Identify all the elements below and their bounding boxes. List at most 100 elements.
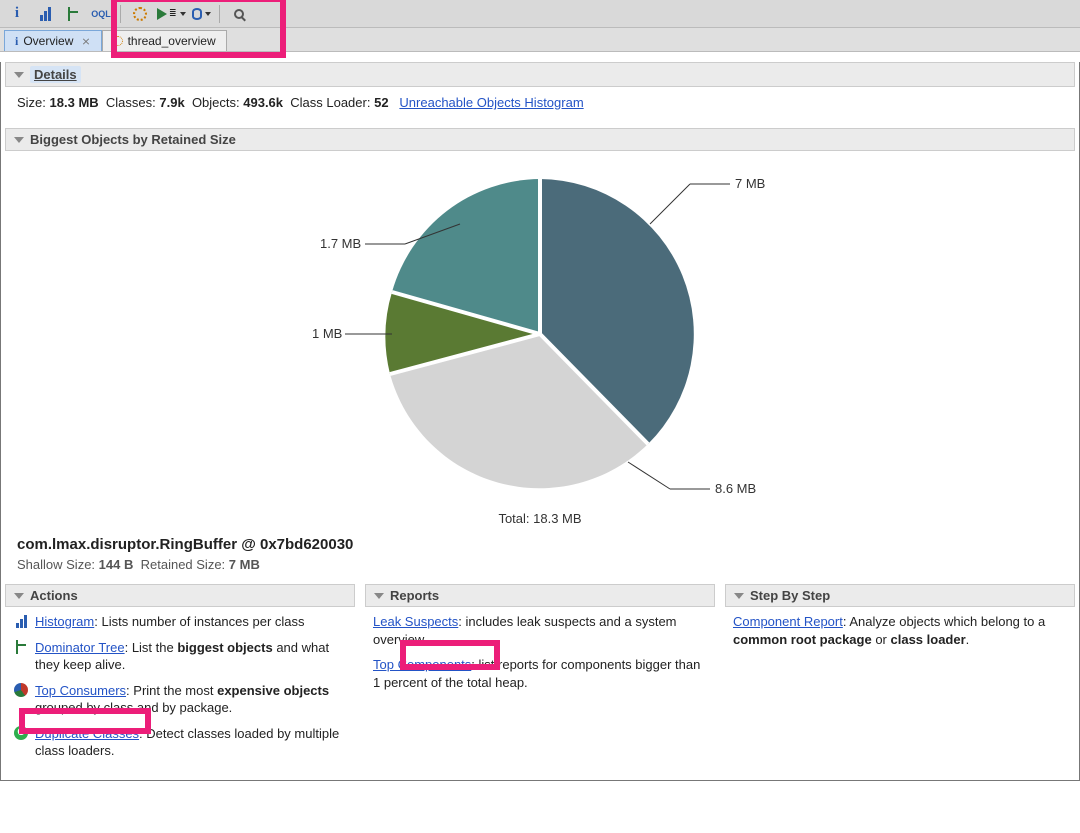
tree-icon: [66, 7, 80, 21]
tab-thread-overview[interactable]: thread_overview: [102, 30, 227, 51]
size-value: 18.3 MB: [50, 95, 99, 110]
duplicate-icon: C: [13, 725, 29, 741]
tb-oql[interactable]: OQL: [90, 3, 112, 25]
info-icon: i: [15, 5, 19, 22]
pie-chart-area: 7 MB 1.7 MB 1 MB 8.6 MB Total: 18.3 MB: [5, 159, 1075, 526]
chevron-down-icon: [180, 12, 186, 16]
run-list-icon: ≣: [169, 8, 177, 19]
slice-label-b: 1.7 MB: [320, 236, 361, 251]
stepbystep-panel: Step By Step Component Report: Analyze o…: [725, 584, 1075, 770]
tb-gear[interactable]: [129, 3, 151, 25]
action-text: : Lists number of instances per class: [94, 614, 304, 629]
tab-label: Overview: [23, 34, 73, 48]
gear-icon: [133, 7, 147, 21]
section-title: Reports: [390, 588, 439, 603]
section-title: Actions: [30, 588, 78, 603]
gear-icon: [113, 36, 123, 46]
loader-value: 52: [374, 95, 388, 110]
stepbystep-header[interactable]: Step By Step: [725, 584, 1075, 607]
collapse-icon: [734, 593, 744, 599]
separator: [120, 5, 121, 23]
shallow-value: 144 B: [99, 557, 134, 572]
collapse-icon: [14, 137, 24, 143]
tb-run-dd[interactable]: ≣: [157, 3, 186, 25]
tb-search[interactable]: [228, 3, 250, 25]
run-icon: [157, 8, 167, 20]
report-link[interactable]: Top Components: [373, 657, 471, 672]
database-icon: [192, 8, 202, 20]
retained-label: Retained Size:: [141, 557, 226, 572]
details-body: Size: 18.3 MB Classes: 7.9k Objects: 493…: [5, 87, 1075, 118]
action-item-dominator: Dominator Tree: List the biggest objects…: [13, 639, 347, 674]
report-item-leak: Leak Suspects: includes leak suspects an…: [373, 613, 707, 648]
step-bold: common root package: [733, 632, 872, 647]
step-text: : Analyze objects which belong to a: [843, 614, 1045, 629]
object-name: com.lmax.disruptor.RingBuffer @ 0x7bd620…: [17, 536, 1063, 553]
report-link[interactable]: Leak Suspects: [373, 614, 458, 629]
tb-histogram[interactable]: [34, 3, 56, 25]
action-item-topconsumers: Top Consumers: Print the most expensive …: [13, 682, 347, 717]
report-item-topcomp: Top Components: list reports for compone…: [373, 656, 707, 691]
collapse-icon: [374, 593, 384, 599]
tb-info[interactable]: i: [6, 3, 28, 25]
chevron-down-icon: [205, 12, 211, 16]
step-item-component: Component Report: Analyze objects which …: [733, 613, 1067, 648]
content: Details Size: 18.3 MB Classes: 7.9k Obje…: [0, 62, 1080, 781]
toolbar: i OQL ≣: [0, 0, 1080, 28]
unreachable-link[interactable]: Unreachable Objects Histogram: [399, 95, 583, 110]
action-text2: grouped by class and by package.: [35, 700, 232, 715]
histogram-icon: [40, 7, 51, 21]
shallow-label: Shallow Size:: [17, 557, 95, 572]
action-link[interactable]: Duplicate Classes: [35, 726, 139, 741]
reports-header[interactable]: Reports: [365, 584, 715, 607]
size-label: Size:: [17, 95, 46, 110]
pie-total: Total: 18.3 MB: [498, 511, 581, 526]
close-icon[interactable]: ⨯: [81, 35, 90, 48]
collapse-icon: [14, 72, 24, 78]
section-biggest-header[interactable]: Biggest Objects by Retained Size: [5, 128, 1075, 151]
actions-header[interactable]: Actions: [5, 584, 355, 607]
collapse-icon: [14, 593, 24, 599]
classes-label: Classes:: [106, 95, 156, 110]
separator: [219, 5, 220, 23]
objects-value: 493.6k: [243, 95, 283, 110]
selected-object-info: com.lmax.disruptor.RingBuffer @ 0x7bd620…: [5, 530, 1075, 574]
slice-label-a: 7 MB: [735, 176, 765, 191]
action-link[interactable]: Top Consumers: [35, 683, 126, 698]
step-link[interactable]: Component Report: [733, 614, 843, 629]
reports-panel: Reports Leak Suspects: includes leak sus…: [365, 584, 715, 770]
action-item-duplicate: C Duplicate Classes: Detect classes load…: [13, 725, 347, 760]
section-details-header[interactable]: Details: [5, 62, 1075, 87]
pie-icon: [13, 682, 29, 698]
histogram-icon: [13, 613, 29, 629]
action-item-histogram: Histogram: Lists number of instances per…: [13, 613, 347, 631]
section-title: Step By Step: [750, 588, 830, 603]
action-bold: expensive objects: [217, 683, 329, 698]
objects-label: Objects:: [192, 95, 240, 110]
section-title: Details: [30, 66, 81, 83]
retained-value: 7 MB: [229, 557, 260, 572]
tab-overview[interactable]: i Overview ⨯: [4, 30, 102, 51]
pie-chart: 7 MB 1.7 MB 1 MB 8.6 MB: [300, 159, 780, 509]
section-title: Biggest Objects by Retained Size: [30, 132, 236, 147]
action-text: : Print the most: [126, 683, 217, 698]
classes-value: 7.9k: [159, 95, 184, 110]
loader-label: Class Loader:: [290, 95, 370, 110]
oql-icon: OQL: [91, 9, 111, 19]
tb-dominator-tree[interactable]: [62, 3, 84, 25]
step-text3: .: [966, 632, 970, 647]
tabbar: i Overview ⨯ thread_overview: [0, 28, 1080, 52]
slice-label-d: 8.6 MB: [715, 481, 756, 496]
slice-label-c: 1 MB: [312, 326, 342, 341]
step-bold2: class loader: [891, 632, 966, 647]
tree-icon: [13, 639, 29, 655]
action-bold: biggest objects: [177, 640, 272, 655]
tab-label: thread_overview: [128, 34, 216, 48]
tb-db-dd[interactable]: [192, 3, 211, 25]
step-text2: or: [872, 632, 891, 647]
action-text: : List the: [125, 640, 178, 655]
info-icon: i: [15, 34, 18, 49]
action-link[interactable]: Dominator Tree: [35, 640, 125, 655]
action-link[interactable]: Histogram: [35, 614, 94, 629]
search-icon: [234, 9, 244, 19]
